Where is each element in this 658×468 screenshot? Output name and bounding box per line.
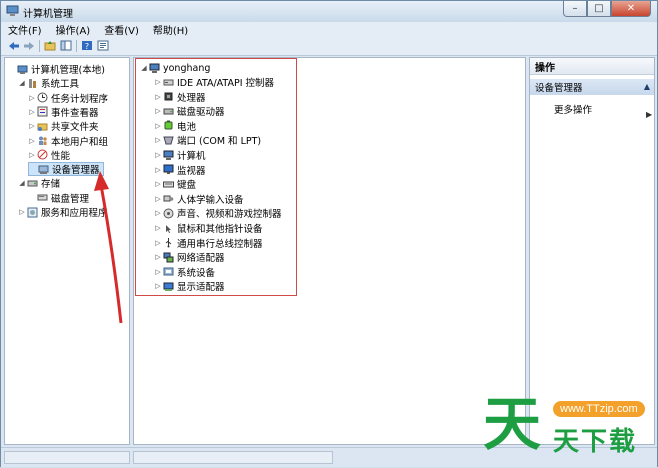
watermark-text: 天下载 — [553, 427, 638, 457]
computer-management-window: 计算机管理 – □ ✕ 文件(F) 操作(A) 查看(V) 帮助(H) ? 计算… — [0, 0, 658, 467]
watermark-big-char: 天 — [483, 390, 542, 458]
watermark-url: www.TTzip.com — [553, 401, 645, 417]
watermark-logo: 天 www.TTzip.com 天下载 — [483, 385, 658, 468]
